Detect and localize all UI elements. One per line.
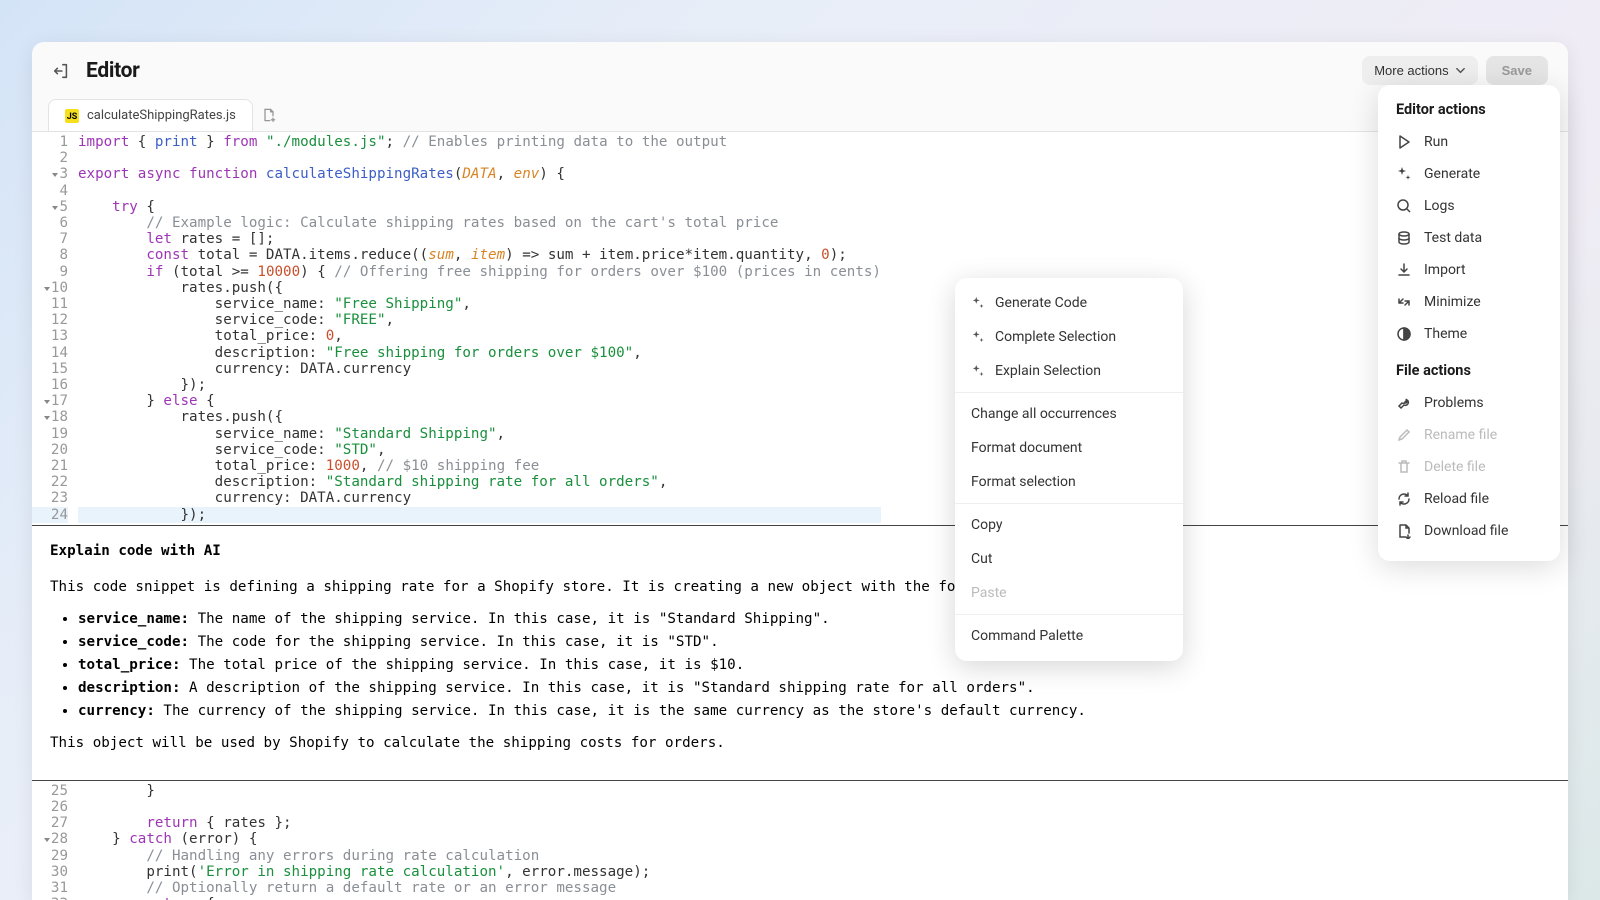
dd-test-data[interactable]: Test data (1378, 222, 1560, 254)
explain-title: Explain code with AI (50, 540, 1550, 562)
dd-reload-file[interactable]: Reload file (1378, 483, 1560, 515)
explain-intro: This code snippet is defining a shipping… (50, 576, 1550, 598)
play-icon (1396, 134, 1412, 150)
ctx-command-palette[interactable]: Command Palette (955, 619, 1183, 653)
explain-bullet: currency: The currency of the shipping s… (78, 700, 1550, 722)
sparkle-icon (971, 364, 985, 378)
dd-theme[interactable]: Theme (1378, 318, 1560, 350)
ctx-generate-code[interactable]: Generate Code (955, 286, 1183, 320)
dd-delete-file: Delete file (1378, 451, 1560, 483)
dd-logs[interactable]: Logs (1378, 190, 1560, 222)
chevron-down-icon (1455, 65, 1466, 76)
ai-explain-panel: Explain code with AI This code snippet i… (32, 525, 1568, 781)
ctx-format-document[interactable]: Format document (955, 431, 1183, 465)
code-editor[interactable]: 1234 5678 9101112 13141516 17181920 2122… (32, 131, 1568, 900)
explain-bullet: total_price: The total price of the ship… (78, 654, 1550, 676)
download-icon (1396, 262, 1412, 278)
gutter-top: 1234 5678 9101112 13141516 17181920 2122… (32, 132, 78, 525)
ctx-copy[interactable]: Copy (955, 508, 1183, 542)
database-icon (1396, 230, 1412, 246)
separator (955, 614, 1183, 615)
exit-icon[interactable] (52, 62, 70, 80)
more-actions-label: More actions (1374, 63, 1448, 78)
theme-icon (1396, 326, 1412, 342)
ctx-explain-selection[interactable]: Explain Selection (955, 354, 1183, 388)
sparkle-icon (971, 330, 985, 344)
dd-download-file[interactable]: Download file (1378, 515, 1560, 547)
sparkle-icon (971, 296, 985, 310)
wrench-icon (1396, 395, 1412, 411)
explain-bullet: description: A description of the shippi… (78, 677, 1550, 699)
trash-icon (1396, 459, 1412, 475)
ctx-complete-selection[interactable]: Complete Selection (955, 320, 1183, 354)
minimize-icon (1396, 294, 1412, 310)
context-menu: Generate Code Complete Selection Explain… (955, 278, 1183, 661)
file-tab-label: calculateShippingRates.js (87, 108, 236, 123)
separator (955, 392, 1183, 393)
topbar: Editor More actions Save (32, 42, 1568, 95)
dd-problems[interactable]: Problems (1378, 387, 1560, 419)
ctx-paste: Paste (955, 576, 1183, 610)
file-download-icon (1396, 523, 1412, 539)
more-actions-button[interactable]: More actions (1362, 56, 1477, 85)
editor-window: Editor More actions Save JS calculateShi… (32, 42, 1568, 900)
dd-generate[interactable]: Generate (1378, 158, 1560, 190)
dd-run[interactable]: Run (1378, 126, 1560, 158)
new-file-icon[interactable] (261, 107, 277, 123)
dropdown-section-editor: Editor actions (1378, 99, 1560, 126)
ctx-cut[interactable]: Cut (955, 542, 1183, 576)
file-tab-row: JS calculateShippingRates.js (32, 99, 1568, 131)
file-tab[interactable]: JS calculateShippingRates.js (48, 99, 253, 131)
save-button[interactable]: Save (1486, 56, 1548, 85)
reload-icon (1396, 491, 1412, 507)
dd-import[interactable]: Import (1378, 254, 1560, 286)
sparkle-icon (1396, 166, 1412, 182)
dd-minimize[interactable]: Minimize (1378, 286, 1560, 318)
js-badge-icon: JS (65, 109, 79, 123)
page-title: Editor (86, 59, 140, 83)
dd-rename-file: Rename file (1378, 419, 1560, 451)
explain-bullet: service_name: The name of the shipping s… (78, 608, 1550, 630)
dropdown-section-file: File actions (1378, 360, 1560, 387)
gutter-bottom: 25262728 29303132 3334 (32, 781, 78, 900)
search-icon (1396, 198, 1412, 214)
pencil-icon (1396, 427, 1412, 443)
more-actions-dropdown: Editor actions Run Generate Logs Test da… (1378, 85, 1560, 561)
separator (955, 503, 1183, 504)
ctx-format-selection[interactable]: Format selection (955, 465, 1183, 499)
ctx-change-occurrences[interactable]: Change all occurrences (955, 397, 1183, 431)
code-content-bottom: } return { rates }; } catch (error) { //… (78, 781, 650, 900)
explain-bullet: service_code: The code for the shipping … (78, 631, 1550, 653)
code-content-top: import { print } from "./modules.js"; //… (78, 132, 881, 525)
explain-outro: This object will be used by Shopify to c… (50, 732, 1550, 754)
